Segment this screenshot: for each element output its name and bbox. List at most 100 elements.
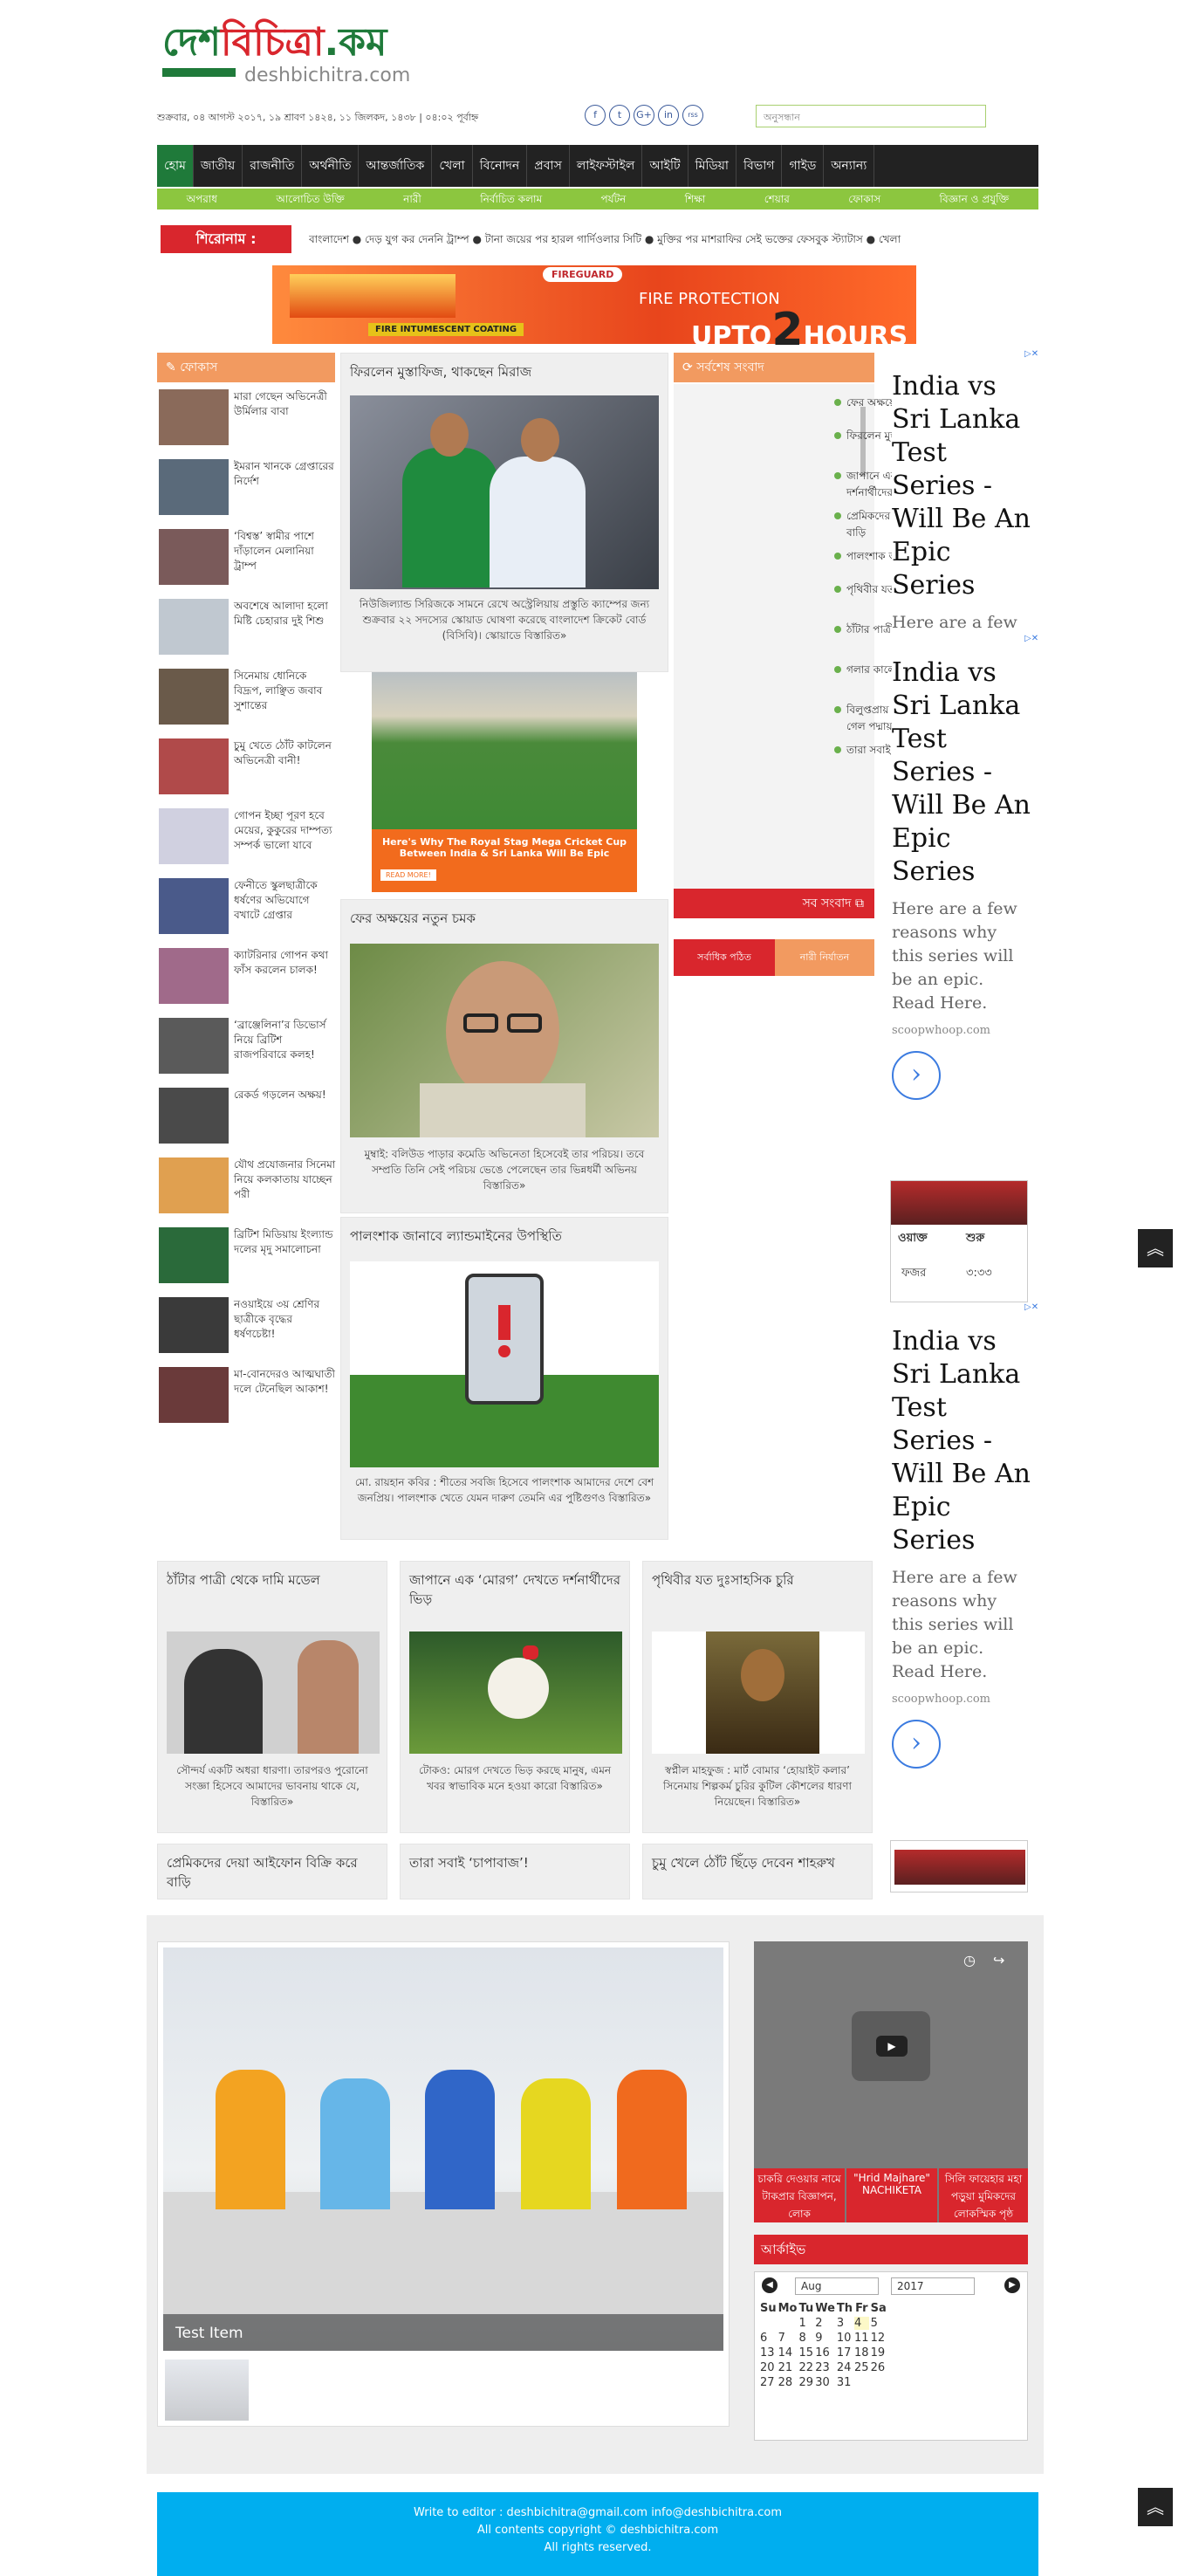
subnav-item-0[interactable]: অপরাধ [187, 189, 217, 210]
focus-list-item[interactable]: মা-বোনদেরও আত্মঘাতী দলে টেনেছিল আকাশ! [159, 1364, 337, 1433]
nav-item-12[interactable]: গাইড [782, 145, 825, 187]
focus-list-item[interactable]: রেকর্ড গড়লেন অক্ষয়! [159, 1084, 337, 1154]
focus-title[interactable]: ফেনীতে স্কুলছাত্রীকে ধর্ষণের অভিযোগে বখা… [234, 878, 337, 923]
calendar-day[interactable]: 31 [837, 2376, 853, 2389]
subnav-item-2[interactable]: নারী [403, 189, 421, 210]
footer-contact[interactable]: Write to editor : deshbichitra@gmail.com… [157, 2504, 1038, 2522]
month-select[interactable]: Aug [795, 2277, 879, 2295]
ad-arrow-button[interactable]: › [892, 1051, 941, 1100]
calendar-day[interactable]: 5 [871, 2317, 887, 2330]
story-card[interactable]: ফের অক্ষয়ের নতুন চমক মুম্বাই: বলিউড পাড… [340, 899, 668, 1213]
calendar-day[interactable]: 27 [760, 2376, 777, 2389]
focus-list-item[interactable]: যৌথ প্রযোজনার সিনেমা নিয়ে কলকাতায় যাচ্… [159, 1154, 337, 1224]
story-title[interactable]: ফিরলেন মুস্তাফিজ, থাকছেন মিরাজ [341, 354, 668, 381]
year-select[interactable]: 2017 [891, 2277, 975, 2295]
facebook-icon[interactable]: f [585, 105, 606, 126]
clock-icon[interactable]: ◷ [963, 1952, 976, 1968]
calendar-day[interactable]: 28 [778, 2376, 798, 2389]
tab-women-abuse[interactable]: নারী নির্যাতন [775, 939, 874, 976]
feature-card[interactable]: ঠাঁটার পাত্রী থেকে দামি মডেল সৌন্দর্য এক… [157, 1561, 387, 1833]
subnav-item-4[interactable]: পর্যটন [601, 189, 627, 210]
focus-title[interactable]: অবশেষে আলাদা হলো মিষ্টি চেহারার দুই শিশু [234, 599, 337, 629]
read-more-button[interactable]: READ MORE! [380, 869, 436, 881]
calendar-day[interactable]: 9 [815, 2332, 835, 2345]
rss-icon[interactable]: rss [682, 105, 703, 126]
subnav-item-3[interactable]: নির্বাচিত কলাম [480, 189, 542, 210]
focus-list-item[interactable]: ক্যাটরিনার গোপন কথা ফাঁস করলেন চালক! [159, 945, 337, 1014]
news-ticker[interactable]: বাংলাদেশ ● দেড় যুগ কর দেননি ট্রাম্প ● ট… [309, 229, 1038, 250]
calendar-day[interactable]: 4 [854, 2317, 869, 2330]
feature-card[interactable]: পৃথিবীর যত দুঃসাহসিক চুরি স্বপ্নীল মাহফু… [642, 1561, 873, 1833]
feature-title[interactable]: পৃথিবীর যত দুঃসাহসিক চুরি [643, 1562, 872, 1590]
nav-item-6[interactable]: বিনোদন [473, 145, 528, 187]
focus-list-item[interactable]: ইমরান খানকে গ্রেপ্তারের নির্দেশ [159, 456, 337, 526]
focus-list-item[interactable]: গোপন ইচ্ছা পূরণ হবে মেয়ের, কুকুরের দাম্… [159, 805, 337, 875]
nav-item-3[interactable]: অর্থনীতি [302, 145, 360, 187]
focus-title[interactable]: রেকর্ড গড়লেন অক্ষয়! [234, 1088, 337, 1103]
focus-title[interactable]: ইমরান খানকে গ্রেপ্তারের নির্দেশ [234, 459, 337, 489]
focus-title[interactable]: মারা গেছেন অভিনেত্রী উর্মিলার বাবা [234, 389, 337, 419]
calendar-day[interactable]: 13 [760, 2346, 777, 2360]
calendar-day[interactable]: 11 [854, 2332, 869, 2345]
calendar-day[interactable]: 15 [799, 2346, 814, 2360]
calendar-day[interactable]: 12 [871, 2332, 887, 2345]
ad-choices-icon[interactable]: ▷✕ [1024, 349, 1038, 359]
calendar-day[interactable]: 14 [778, 2346, 798, 2360]
feature-card-small[interactable]: চুমু খেলে ঠোঁট ছিঁড়ে দেবেন শাহরুখ [642, 1844, 873, 1899]
calendar-day[interactable]: 18 [854, 2346, 869, 2360]
calendar-day[interactable]: 10 [837, 2332, 853, 2345]
focus-list-item[interactable]: মারা গেছেন অভিনেত্রী উর্মিলার বাবা [159, 386, 337, 456]
google-plus-icon[interactable]: G+ [634, 105, 654, 126]
feature-title[interactable]: তারা সবাই ‘চাপাবাজ’! [401, 1844, 629, 1872]
focus-list-item[interactable]: ফেনীতে স্কুলছাত্রীকে ধর্ষণের অভিযোগে বখা… [159, 875, 337, 945]
focus-list-item[interactable]: সিনেমায় ধোনিকে বিদ্রূপ, লাঞ্ছিত জবাব সু… [159, 665, 337, 735]
calendar-day[interactable]: 6 [760, 2332, 777, 2345]
ad-block[interactable]: India vs Sri Lanka Test Series - Will Be… [892, 656, 1031, 1119]
twitter-icon[interactable]: t [609, 105, 630, 126]
video-link[interactable]: "Hrid Majhare" NACHIKETA [846, 2168, 937, 2222]
focus-title[interactable]: ‘ব্রাঞ্জেলিনা’র ডিভোর্স নিয়ে ব্রিটিশ রা… [234, 1018, 337, 1062]
calendar-day[interactable]: 17 [837, 2346, 853, 2360]
nav-item-9[interactable]: আইটি [642, 145, 688, 187]
calendar-day[interactable]: 22 [799, 2361, 814, 2374]
site-logo[interactable]: দেশবিচিত্রা.কম [162, 23, 387, 63]
video-link[interactable]: চাকরি দেওয়ার নামে টাকপ্রার বিজ্ঞাপন, লো… [754, 2168, 845, 2222]
story-title[interactable]: ফের অক্ষয়ের নতুন চমক [341, 900, 668, 928]
focus-title[interactable]: চুমু খেতে ঠোঁট কাটলেন অভিনেত্রী বানী! [234, 738, 337, 768]
ad-block[interactable]: India vs Sri Lanka Test Series - Will Be… [892, 370, 1031, 635]
ad-choices-icon[interactable]: ▷✕ [1024, 1302, 1038, 1312]
nav-item-0[interactable]: হোম [157, 145, 194, 187]
calendar-day[interactable]: 19 [871, 2346, 887, 2360]
focus-title[interactable]: ‘বিশ্বস্ত’ স্বামীর পাশে দাঁড়ালেন মেলানি… [234, 529, 337, 574]
feature-card-small[interactable]: প্রেমিকদের দেয়া আইফোন বিক্রি করে বাড়ি [157, 1844, 387, 1899]
calendar-day[interactable]: 23 [815, 2361, 835, 2374]
calendar-day[interactable]: 3 [837, 2317, 853, 2330]
nav-item-7[interactable]: প্রবাস [527, 145, 570, 187]
focus-title[interactable]: গোপন ইচ্ছা পূরণ হবে মেয়ের, কুকুরের দাম্… [234, 808, 337, 853]
calendar-day[interactable]: 25 [854, 2361, 869, 2374]
feature-card-small[interactable]: তারা সবাই ‘চাপাবাজ’! [400, 1844, 630, 1899]
focus-list-item[interactable]: ‘বিশ্বস্ত’ স্বামীর পাশে দাঁড়ালেন মেলানি… [159, 526, 337, 595]
calendar-day[interactable]: 24 [837, 2361, 853, 2374]
subnav-item-8[interactable]: বিজ্ঞান ও প্রযুক্তি [940, 189, 1010, 210]
search-input[interactable]: অনুসন্ধান [756, 105, 986, 127]
calendar-day[interactable]: 20 [760, 2361, 777, 2374]
tab-most-read[interactable]: সর্বাধিক পঠিত [674, 939, 775, 976]
calendar-day[interactable]: 30 [815, 2376, 835, 2389]
focus-title[interactable]: ব্রিটিশ মিডিয়ায় ইংল্যান্ড দলের মৃদু সম… [234, 1227, 337, 1257]
nav-item-10[interactable]: মিডিয়া [688, 145, 736, 187]
gallery-thumbnail[interactable] [163, 2358, 250, 2422]
focus-title[interactable]: মা-বোনদেরও আত্মঘাতী দলে টেনেছিল আকাশ! [234, 1367, 337, 1397]
nav-item-1[interactable]: জাতীয় [194, 145, 243, 187]
nav-item-2[interactable]: রাজনীতি [243, 145, 303, 187]
focus-list-item[interactable]: অবশেষে আলাদা হলো মিষ্টি চেহারার দুই শিশু [159, 595, 337, 665]
gallery-main-image[interactable]: Test Item [163, 1947, 723, 2351]
feature-title[interactable]: প্রেমিকদের দেয়া আইফোন বিক্রি করে বাড়ি [158, 1844, 387, 1892]
focus-title[interactable]: ক্যাটরিনার গোপন কথা ফাঁস করলেন চালক! [234, 948, 337, 978]
ad-choices-icon[interactable]: ▷✕ [1024, 634, 1038, 643]
calendar-day[interactable]: 16 [815, 2346, 835, 2360]
next-month-button[interactable]: ▶ [1004, 2277, 1020, 2293]
story-title[interactable]: পালংশাক জানাবে ল্যান্ডমাইনের উপস্থিতি [341, 1218, 668, 1246]
focus-list-item[interactable]: নওয়াইয়ে ৩য় শ্রেণির ছাত্রীকে বৃদ্ধের ধ… [159, 1294, 337, 1364]
subnav-item-1[interactable]: আলোচিত উক্তি [276, 189, 344, 210]
